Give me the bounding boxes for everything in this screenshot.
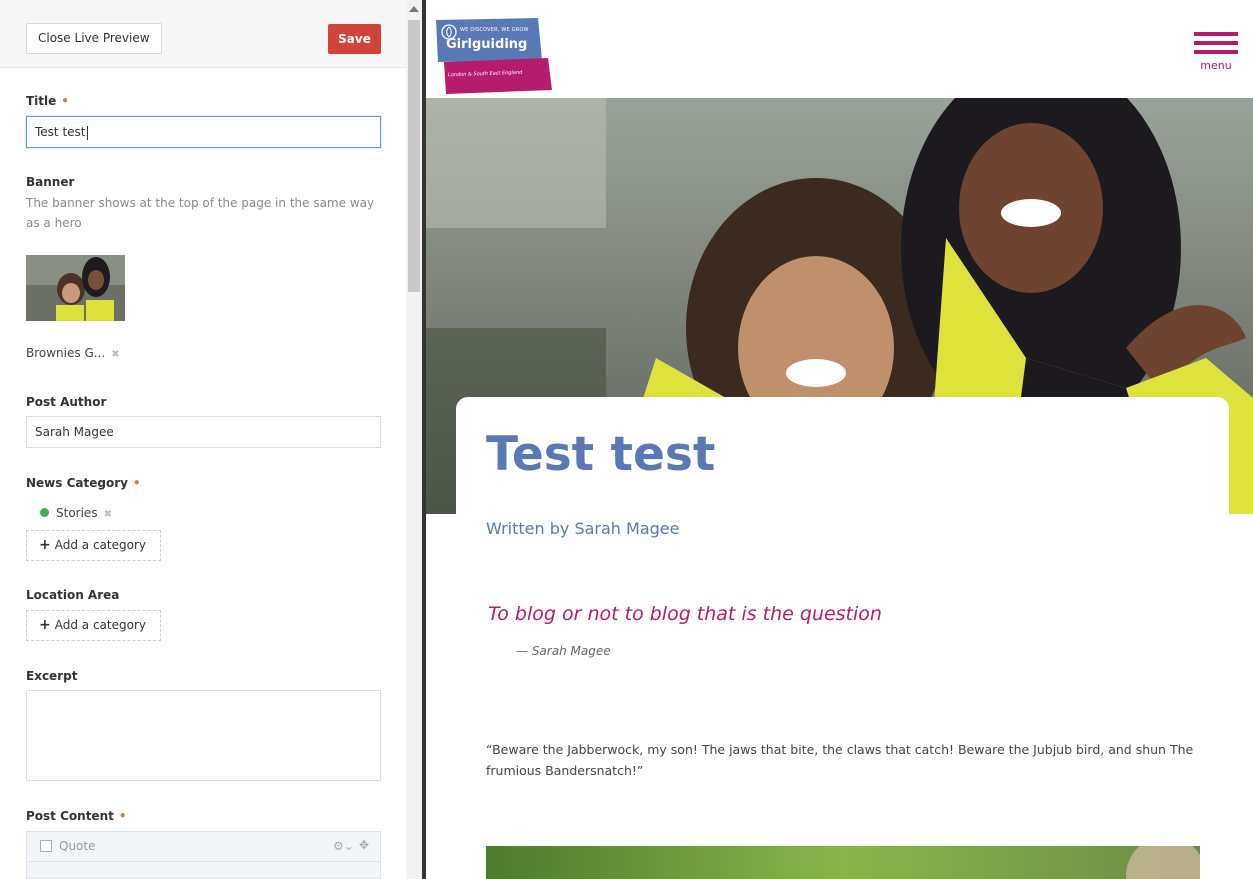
post-card: Test test Written by Sarah Magee To blog… [456,397,1229,879]
pull-quote: To blog or not to blog that is the quest… [488,603,882,625]
quote-author: — Sarah Magee [516,644,611,658]
title-input[interactable]: Test test [26,116,381,148]
close-live-preview-button[interactable]: Close Live Preview [26,23,162,54]
banner-thumbnail-image [26,255,125,321]
move-icon[interactable]: ✥ [359,838,369,852]
required-marker: • [132,476,141,490]
logo-name: Girlguiding [446,37,528,52]
required-marker: • [118,809,127,823]
content-block-label: Quote [59,839,96,853]
close-icon[interactable]: ✖ [111,349,119,360]
status-dot [40,508,49,517]
hamburger-icon [1194,32,1238,36]
excerpt-label: Excerpt [26,669,78,683]
add-location-button[interactable]: + Add a category [26,610,161,641]
block-checkbox[interactable] [40,840,52,852]
save-button[interactable]: Save [328,24,381,54]
excerpt-textarea[interactable] [26,690,381,781]
editor-panel: Close Live Preview Save Title • Test test… [0,0,406,879]
scrollbar-thumb[interactable] [408,20,420,292]
hamburger-bar [1194,50,1238,54]
site-header: WE DISCOVER, WE GROW Girlguiding London … [426,0,1253,98]
required-marker: • [61,94,69,108]
girlguiding-logo[interactable]: WE DISCOVER, WE GROW Girlguiding London … [436,18,552,94]
content-image [486,846,1200,879]
category-tag: Stories ✖ [40,506,112,520]
banner-thumbnail[interactable] [26,255,125,321]
editor-header: Close Live Preview Save [0,0,406,68]
live-preview: WE DISCOVER, WE GROW Girlguiding London … [426,0,1253,879]
text-cursor [86,125,88,140]
hamburger-bar [1194,41,1238,45]
content-block-header: Quote ⚙⌄ ✥ [27,832,380,862]
plus-icon: + [39,537,51,553]
post-author-label: Post Author [26,395,107,409]
post-body-text: “Beware the Jabberwock, my son! The jaws… [486,742,1194,778]
location-area-label: Location Area [26,588,120,602]
menu-label: menu [1200,59,1232,72]
post-title: Test test [486,427,716,482]
logo-tagline: WE DISCOVER, WE GROW [460,27,529,33]
banner-label: Banner [26,175,75,189]
content-block-quote[interactable]: Quote ⚙⌄ ✥ [26,831,381,879]
add-category-button[interactable]: + Add a category [26,530,161,561]
banner-description: The banner shows at the top of the page … [26,196,375,230]
news-category-label: News Category • [26,476,141,490]
title-label: Title • [26,94,69,108]
menu-button[interactable]: menu [1192,32,1240,72]
editor-scrollbar[interactable] [406,0,422,879]
banner-file: Brownies G... ✖ [26,346,120,360]
post-content-label: Post Content • [26,809,127,823]
content-photo [486,846,1200,879]
post-author-input[interactable]: Sarah Magee [26,416,381,448]
post-byline: Written by Sarah Magee [486,519,680,538]
scroll-up-arrow[interactable] [409,6,419,12]
gear-icon[interactable]: ⚙⌄ [333,839,354,853]
plus-icon: + [39,617,51,633]
close-icon[interactable]: ✖ [104,509,112,520]
